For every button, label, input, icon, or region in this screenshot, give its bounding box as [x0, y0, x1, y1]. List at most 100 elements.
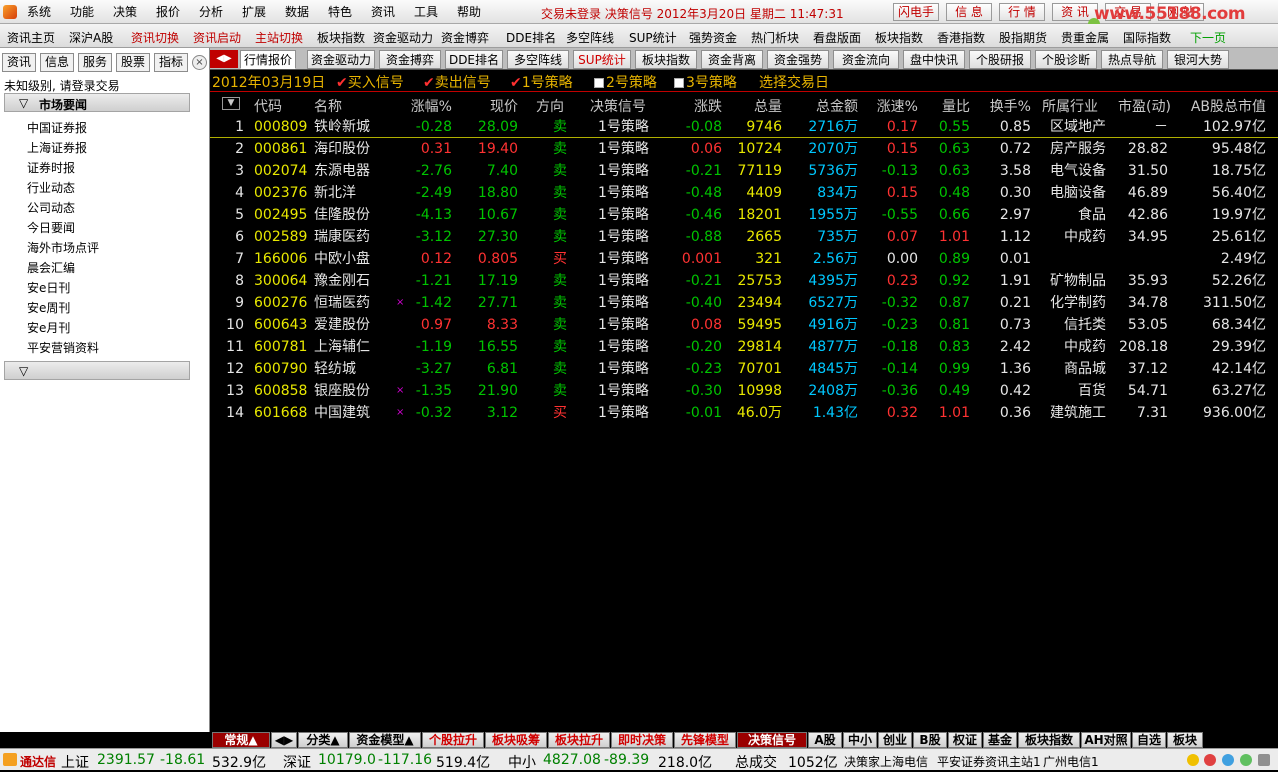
table-row[interactable]: 12 600790 轻纺城 -3.27 6.81 卖 1号策略 -0.23 70701 4845万…: [210, 358, 1278, 380]
table-row[interactable]: 5 002495 佳隆股份 -4.13 10.67 卖 1号策略 -0.46 18201 1955…: [210, 204, 1278, 226]
tab-scroll-arrows-icon[interactable]: ◀▶: [210, 50, 238, 68]
tab-item[interactable]: 资金流向: [833, 50, 899, 69]
col-header[interactable]: 名称: [314, 96, 342, 116]
col-header[interactable]: 量比: [925, 96, 970, 116]
table-row[interactable]: 6 002589 瑞康医药 -3.12 27.30 卖 1号策略 -0.88 2665 735万 0…: [210, 226, 1278, 248]
bottom-tab[interactable]: 个股拉升: [422, 732, 484, 748]
menu-decision[interactable]: 决策: [113, 5, 137, 19]
bottom-tab[interactable]: A股: [808, 732, 842, 748]
tab-item[interactable]: 个股诊断: [1035, 50, 1097, 69]
sidebar-item-news[interactable]: 中国证券报: [27, 119, 87, 136]
col-header[interactable]: 决策信号: [590, 96, 646, 116]
tab-item[interactable]: 资金背离: [701, 50, 763, 69]
col-header[interactable]: AB股总市值: [1178, 96, 1266, 116]
sidebar-tab-service[interactable]: 服务: [78, 53, 112, 72]
col-header[interactable]: 换手%: [975, 96, 1031, 116]
toolbar-item[interactable]: DDE排名: [506, 29, 556, 46]
tab-item[interactable]: 资金强势: [767, 50, 829, 69]
col-header[interactable]: 总量: [730, 96, 782, 116]
sidebar-item-news[interactable]: 上海证券报: [27, 139, 87, 156]
bottom-tab[interactable]: 板块: [1167, 732, 1203, 748]
bottom-tab[interactable]: 板块指数: [1018, 732, 1080, 748]
menu-analysis[interactable]: 分析: [199, 5, 223, 19]
menu-data[interactable]: 数据: [285, 5, 309, 19]
sidebar-tab-info[interactable]: 信息: [40, 53, 74, 72]
toolbar-item[interactable]: 国际指数: [1123, 29, 1171, 46]
menu-tools[interactable]: 工具: [414, 5, 438, 19]
sidebar-tab-stock[interactable]: 股票: [116, 53, 150, 72]
zx-label[interactable]: 中小: [508, 752, 536, 772]
bottom-tab[interactable]: 权证: [948, 732, 982, 748]
sidebar-item-news[interactable]: 安e周刊: [27, 299, 70, 316]
sidebar-tab-news[interactable]: 资讯: [2, 53, 36, 72]
toolbar-item[interactable]: 主站切换: [255, 29, 303, 46]
sidebar-item-news[interactable]: 今日要闻: [27, 219, 75, 236]
sidebar-item-news[interactable]: 公司动态: [27, 199, 75, 216]
sidebar-tab-indicator[interactable]: 指标: [154, 53, 188, 72]
sell-signal-checkbox[interactable]: ✔卖出信号: [423, 72, 491, 92]
quote-button[interactable]: 行 情: [999, 3, 1045, 21]
bottom-tab[interactable]: AH对照: [1081, 732, 1131, 748]
section-collapsed[interactable]: ▽: [4, 361, 190, 380]
menu-help[interactable]: 帮助: [457, 5, 481, 19]
alert-icon[interactable]: [1204, 754, 1216, 766]
col-header[interactable]: 现价: [465, 96, 518, 116]
sidebar-item-news[interactable]: 行业动态: [27, 179, 75, 196]
tab-item[interactable]: 热点导航: [1101, 50, 1163, 69]
sidebar-item-news[interactable]: 海外市场点评: [27, 239, 99, 256]
bottom-tab[interactable]: 决策信号: [737, 732, 807, 748]
menu-function[interactable]: 功能: [70, 5, 94, 19]
strategy2-checkbox[interactable]: 2号策略: [594, 72, 657, 92]
table-row[interactable]: 10 600643 爱建股份 0.97 8.33 卖 1号策略 0.08 59495 4916万 -…: [210, 314, 1278, 336]
bottom-tab[interactable]: 中小: [843, 732, 877, 748]
toolbar-item[interactable]: 多空阵线: [566, 29, 614, 46]
lock-icon[interactable]: [1258, 754, 1270, 766]
table-row[interactable]: 3 002074 东源电器 -2.76 7.40 卖 1号策略 -0.21 77119 5736万…: [210, 160, 1278, 182]
station-name[interactable]: 平安证券资讯主站1: [937, 753, 1041, 770]
toolbar-item[interactable]: 看盘版面: [813, 29, 861, 46]
bottom-tab[interactable]: 资金模型▲: [349, 732, 421, 748]
tab-item[interactable]: 行情报价: [240, 50, 296, 69]
menu-system[interactable]: 系统: [27, 5, 51, 19]
table-row[interactable]: 7 166006 中欧小盘 0.12 0.805 买 1号策略 0.001 321 2.56万 0.…: [210, 248, 1278, 270]
section-market-news[interactable]: ▽ 市场要闻: [4, 93, 190, 112]
close-icon[interactable]: ×: [192, 55, 207, 70]
tab-item[interactable]: 银河大势: [1167, 50, 1229, 69]
sidebar-item-news[interactable]: 平安营销资料: [27, 339, 99, 356]
bottom-tab[interactable]: 基金: [983, 732, 1017, 748]
toolbar-item[interactable]: 板块指数: [317, 29, 365, 46]
bottom-tab[interactable]: 创业: [878, 732, 912, 748]
bottom-tab[interactable]: ◀▶: [271, 732, 297, 748]
menu-special[interactable]: 特色: [328, 5, 352, 19]
col-header[interactable]: 涨速%: [860, 96, 918, 116]
toolbar-item[interactable]: 热门析块: [751, 29, 799, 46]
toolbar-item[interactable]: 贵重金属: [1061, 29, 1109, 46]
toolbar-next-page[interactable]: 下一页: [1190, 29, 1226, 46]
tab-item[interactable]: 板块指数: [635, 50, 697, 69]
tab-item[interactable]: 资金搏弈: [379, 50, 441, 69]
bottom-tab[interactable]: 板块拉升: [548, 732, 610, 748]
col-header[interactable]: 市盈(动): [1118, 96, 1171, 116]
toolbar-item[interactable]: 深沪A股: [69, 29, 113, 46]
table-row[interactable]: 8 300064 豫金刚石 -1.21 17.19 卖 1号策略 -0.21 25753 4395…: [210, 270, 1278, 292]
toolbar-item[interactable]: 强势资金: [689, 29, 737, 46]
filter-date[interactable]: 2012年03月19日: [212, 72, 325, 92]
bottom-tab[interactable]: B股: [913, 732, 947, 748]
tab-item[interactable]: 盘中快讯: [903, 50, 965, 69]
info-button[interactable]: 信 息: [946, 3, 992, 21]
flash-trade-button[interactable]: 闪电手: [893, 3, 939, 21]
bottom-tab[interactable]: 即时决策: [611, 732, 673, 748]
col-header[interactable]: 总金额: [790, 96, 858, 116]
table-row[interactable]: 14 601668 中国建筑 × -0.32 3.12 买 1号策略 -0.01 46.0万 1.4…: [210, 402, 1278, 424]
col-header[interactable]: 涨跌: [670, 96, 722, 116]
sort-dropdown-icon[interactable]: ▼: [222, 97, 240, 110]
sidebar-item-news[interactable]: 安e日刊: [27, 279, 70, 296]
col-header[interactable]: 涨幅%: [390, 96, 452, 116]
tab-item[interactable]: 多空阵线: [507, 50, 569, 69]
toolbar-item[interactable]: 资讯切换: [131, 29, 179, 46]
toolbar-item[interactable]: SUP统计: [629, 29, 677, 46]
bottom-tab[interactable]: 先锋模型: [674, 732, 736, 748]
col-header[interactable]: 代码: [254, 96, 282, 116]
bottom-tab[interactable]: 板块吸筹: [485, 732, 547, 748]
toolbar-item[interactable]: 板块指数: [875, 29, 923, 46]
